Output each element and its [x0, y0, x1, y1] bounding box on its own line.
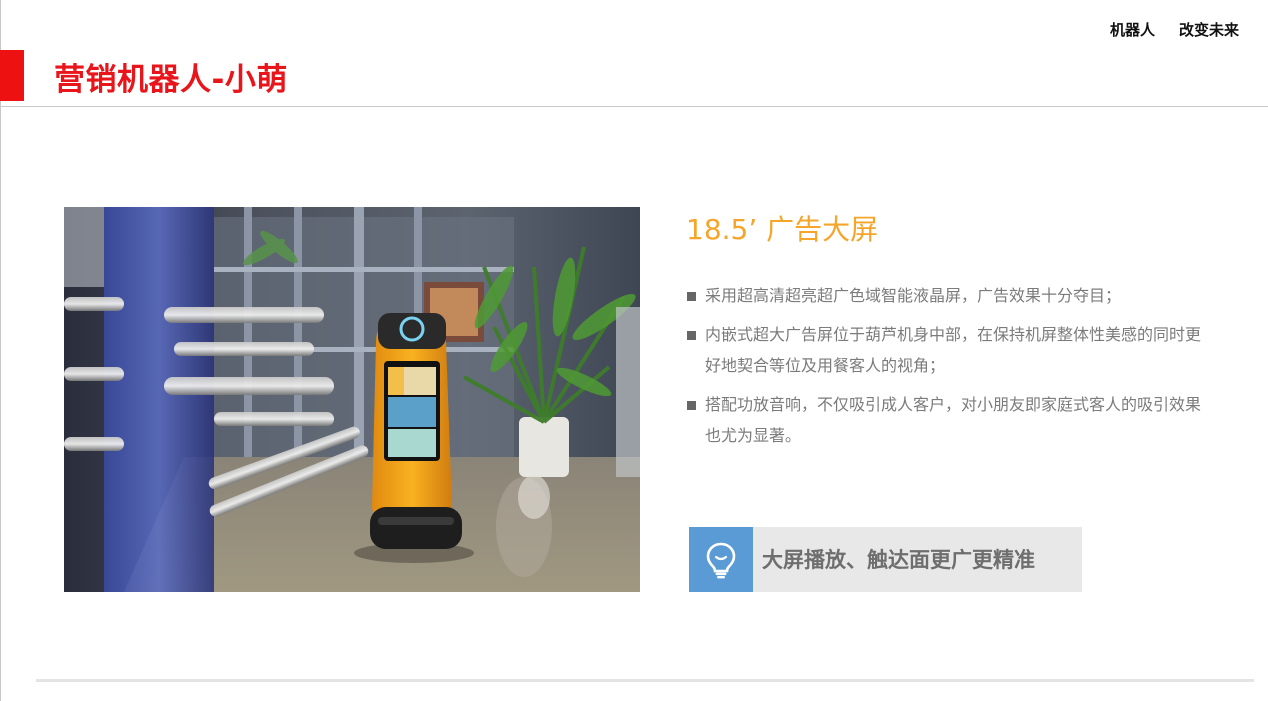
page-title: 营销机器人-小萌 [54, 62, 288, 98]
bullet-square-icon [687, 401, 696, 410]
feature-bullet: 搭配功放音响，不仅吸引成人客户，对小朋友即家庭式客人的吸引效果也尤为显著。 [686, 389, 1206, 451]
footer-divider [36, 679, 1254, 682]
bullet-square-icon [687, 331, 696, 340]
header-links: 机器人 改变未来 [1110, 20, 1239, 40]
callout-banner: 大屏播放、触达面更广更精准 [689, 527, 1082, 592]
lightbulb-icon [689, 527, 753, 592]
header-divider [0, 106, 1268, 107]
feature-bullet-text: 内嵌式超大广告屏位于葫芦机身中部，在保持机屏整体性美感的同时更好地契合等位及用餐… [705, 325, 1202, 375]
feature-bullet-text: 搭配功放音响，不仅吸引成人客户，对小朋友即家庭式客人的吸引效果也尤为显著。 [705, 395, 1202, 445]
feature-bullet-text: 采用超高清超亮超广色域智能液晶屏，广告效果十分夺目； [705, 286, 1122, 305]
feature-bullet: 采用超高清超亮超广色域智能液晶屏，广告效果十分夺目； [686, 280, 1206, 311]
header-link-robot[interactable]: 机器人 [1110, 20, 1155, 40]
header-link-future[interactable]: 改变未来 [1179, 20, 1239, 40]
feature-bullet-list: 采用超高清超亮超广色域智能液晶屏，广告效果十分夺目； 内嵌式超大广告屏位于葫芦机… [686, 280, 1206, 459]
bullet-square-icon [687, 292, 696, 301]
robot-photo [64, 207, 640, 592]
callout-text: 大屏播放、触达面更广更精准 [762, 548, 1035, 572]
feature-bullet: 内嵌式超大广告屏位于葫芦机身中部，在保持机屏整体性美感的同时更好地契合等位及用餐… [686, 319, 1206, 381]
title-accent-bar [0, 50, 24, 101]
feature-title: 18.5’ 广告大屏 [686, 213, 879, 246]
